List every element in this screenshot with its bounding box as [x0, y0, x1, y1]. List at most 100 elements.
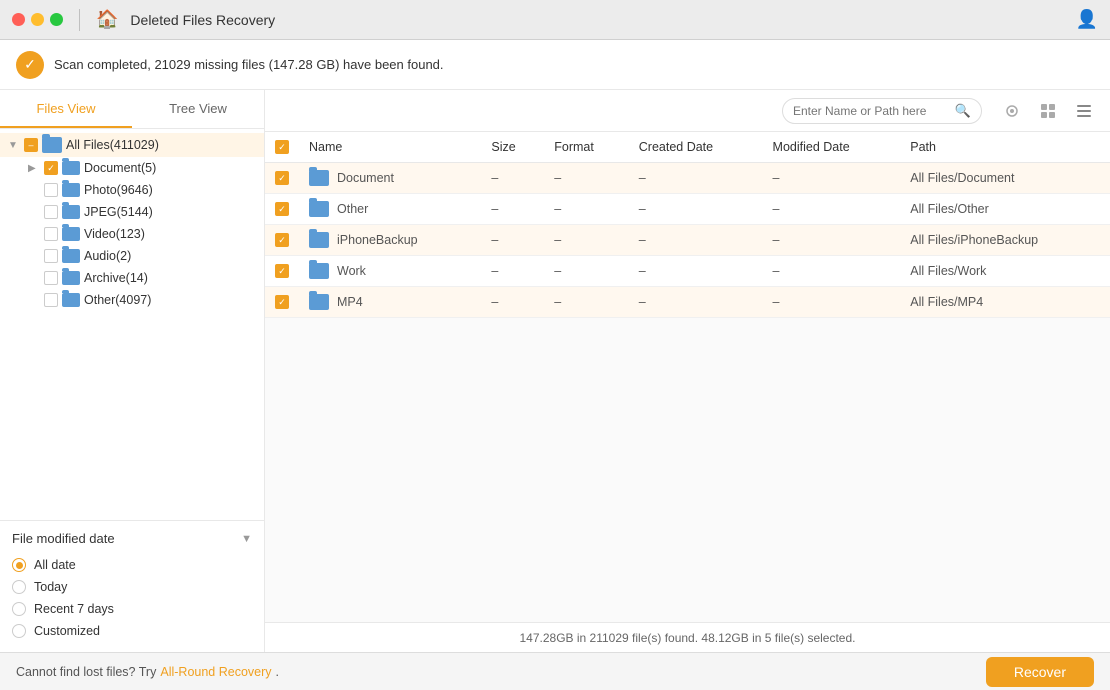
folder-icon-all-files: [42, 137, 62, 153]
recover-button[interactable]: Recover: [986, 657, 1094, 687]
maximize-button[interactable]: [50, 13, 63, 26]
tree-checkbox-video[interactable]: [44, 227, 58, 241]
row-name-4: MP4: [299, 287, 481, 318]
row-checkbox-cell-4: ✓: [265, 287, 299, 318]
folder-icon-jpeg: [62, 205, 80, 219]
tree-item-document[interactable]: ▶ ✓ Document(5): [0, 157, 264, 179]
row-folder-icon-4: [309, 294, 329, 310]
radio-recent-7-days[interactable]: [12, 602, 26, 616]
bottom-prefix: Cannot find lost files? Try: [16, 665, 156, 679]
radio-today[interactable]: [12, 580, 26, 594]
filter-arrow-icon: ▼: [241, 533, 252, 545]
tree-checkbox-jpeg[interactable]: [44, 205, 58, 219]
tab-files-view[interactable]: Files View: [0, 90, 132, 128]
row-path-1: All Files/Other: [900, 194, 1110, 225]
tree-item-audio[interactable]: Audio(2): [0, 245, 264, 267]
row-checkbox-4[interactable]: ✓: [275, 295, 289, 309]
row-folder-icon-0: [309, 170, 329, 186]
tree-item-video[interactable]: Video(123): [0, 223, 264, 245]
row-checkbox-cell-3: ✓: [265, 256, 299, 287]
radio-customized[interactable]: [12, 624, 26, 638]
traffic-lights: [12, 13, 63, 26]
tree-label-document: Document(5): [84, 161, 256, 175]
tree-item-all-files[interactable]: ▼ – All Files(411029): [0, 133, 264, 157]
tree-label-all-files: All Files(411029): [66, 138, 256, 152]
filter-all-date[interactable]: All date: [12, 558, 252, 572]
preview-icon[interactable]: [998, 97, 1026, 125]
header-checkbox[interactable]: ✓: [275, 140, 289, 154]
row-checkbox-cell-1: ✓: [265, 194, 299, 225]
filter-header[interactable]: File modified date ▼: [12, 531, 252, 546]
filter-label: File modified date: [12, 531, 115, 546]
tab-tree-view[interactable]: Tree View: [132, 90, 264, 128]
user-icon[interactable]: 👤: [1076, 9, 1098, 30]
row-format-4: –: [544, 287, 629, 318]
row-name-1: Other: [299, 194, 481, 225]
row-created-2: –: [629, 225, 763, 256]
row-name-3: Work: [299, 256, 481, 287]
tree-checkbox-all-files[interactable]: –: [24, 138, 38, 152]
grid-icon[interactable]: [1034, 97, 1062, 125]
tree-label-audio: Audio(2): [84, 249, 256, 263]
table-row: ✓ Other – – – – All Files/Other: [265, 194, 1110, 225]
search-icon: 🔍: [955, 103, 971, 119]
filter-today[interactable]: Today: [12, 580, 252, 594]
col-header-name: Name: [299, 132, 481, 163]
toolbar: 🔍: [265, 90, 1110, 132]
filter-recent-7-days[interactable]: Recent 7 days: [12, 602, 252, 616]
row-checkbox-2[interactable]: ✓: [275, 233, 289, 247]
filter-today-label: Today: [34, 580, 67, 594]
row-checkbox-0[interactable]: ✓: [275, 171, 289, 185]
row-path-4: All Files/MP4: [900, 287, 1110, 318]
bottom-suffix: .: [276, 665, 279, 679]
tree-checkbox-photo[interactable]: [44, 183, 58, 197]
col-header-size: Size: [481, 132, 544, 163]
folder-icon-document: [62, 161, 80, 175]
tree-label-other: Other(4097): [84, 293, 256, 307]
tree-item-archive[interactable]: Archive(14): [0, 267, 264, 289]
row-modified-4: –: [763, 287, 901, 318]
tree-checkbox-document[interactable]: ✓: [44, 161, 58, 175]
row-checkbox-3[interactable]: ✓: [275, 264, 289, 278]
table-row: ✓ MP4 – – – – All Files/MP4: [265, 287, 1110, 318]
close-button[interactable]: [12, 13, 25, 26]
row-format-0: –: [544, 163, 629, 194]
folder-icon-archive: [62, 271, 80, 285]
table-header-row: ✓ Name Size Format Created Date Modified…: [265, 132, 1110, 163]
search-input[interactable]: [793, 104, 949, 118]
filter-section: File modified date ▼ All date Today Rece…: [0, 520, 264, 652]
scan-text: Scan completed, 21029 missing files (147…: [54, 57, 444, 72]
tree-item-photo[interactable]: Photo(9646): [0, 179, 264, 201]
filter-options: All date Today Recent 7 days Customized: [12, 554, 252, 642]
tree-label-archive: Archive(14): [84, 271, 256, 285]
radio-all-date[interactable]: [12, 558, 26, 572]
tree-label-video: Video(123): [84, 227, 256, 241]
tree-checkbox-other[interactable]: [44, 293, 58, 307]
filter-customized-label: Customized: [34, 624, 100, 638]
list-icon[interactable]: [1070, 97, 1098, 125]
scan-success-icon: ✓: [16, 51, 44, 79]
row-path-2: All Files/iPhoneBackup: [900, 225, 1110, 256]
minimize-button[interactable]: [31, 13, 44, 26]
tree-checkbox-audio[interactable]: [44, 249, 58, 263]
folder-icon-video: [62, 227, 80, 241]
tree-label-photo: Photo(9646): [84, 183, 256, 197]
tree-arrow-document: ▶: [28, 163, 40, 174]
row-size-4: –: [481, 287, 544, 318]
tree-checkbox-archive[interactable]: [44, 271, 58, 285]
row-checkbox-1[interactable]: ✓: [275, 202, 289, 216]
filter-customized[interactable]: Customized: [12, 624, 252, 638]
tree-item-other[interactable]: Other(4097): [0, 289, 264, 311]
tree-item-jpeg[interactable]: JPEG(5144): [0, 201, 264, 223]
file-table-container: ✓ Name Size Format Created Date Modified…: [265, 132, 1110, 622]
row-checkbox-cell-2: ✓: [265, 225, 299, 256]
search-box[interactable]: 🔍: [782, 98, 982, 124]
row-modified-1: –: [763, 194, 901, 225]
row-folder-icon-2: [309, 232, 329, 248]
main-layout: Files View Tree View ▼ – All Files(41102…: [0, 90, 1110, 652]
app-title: Deleted Files Recovery: [130, 12, 275, 28]
all-round-recovery-link[interactable]: All-Round Recovery: [160, 665, 271, 679]
folder-icon-other: [62, 293, 80, 307]
row-folder-icon-1: [309, 201, 329, 217]
home-icon[interactable]: 🏠: [96, 9, 118, 30]
